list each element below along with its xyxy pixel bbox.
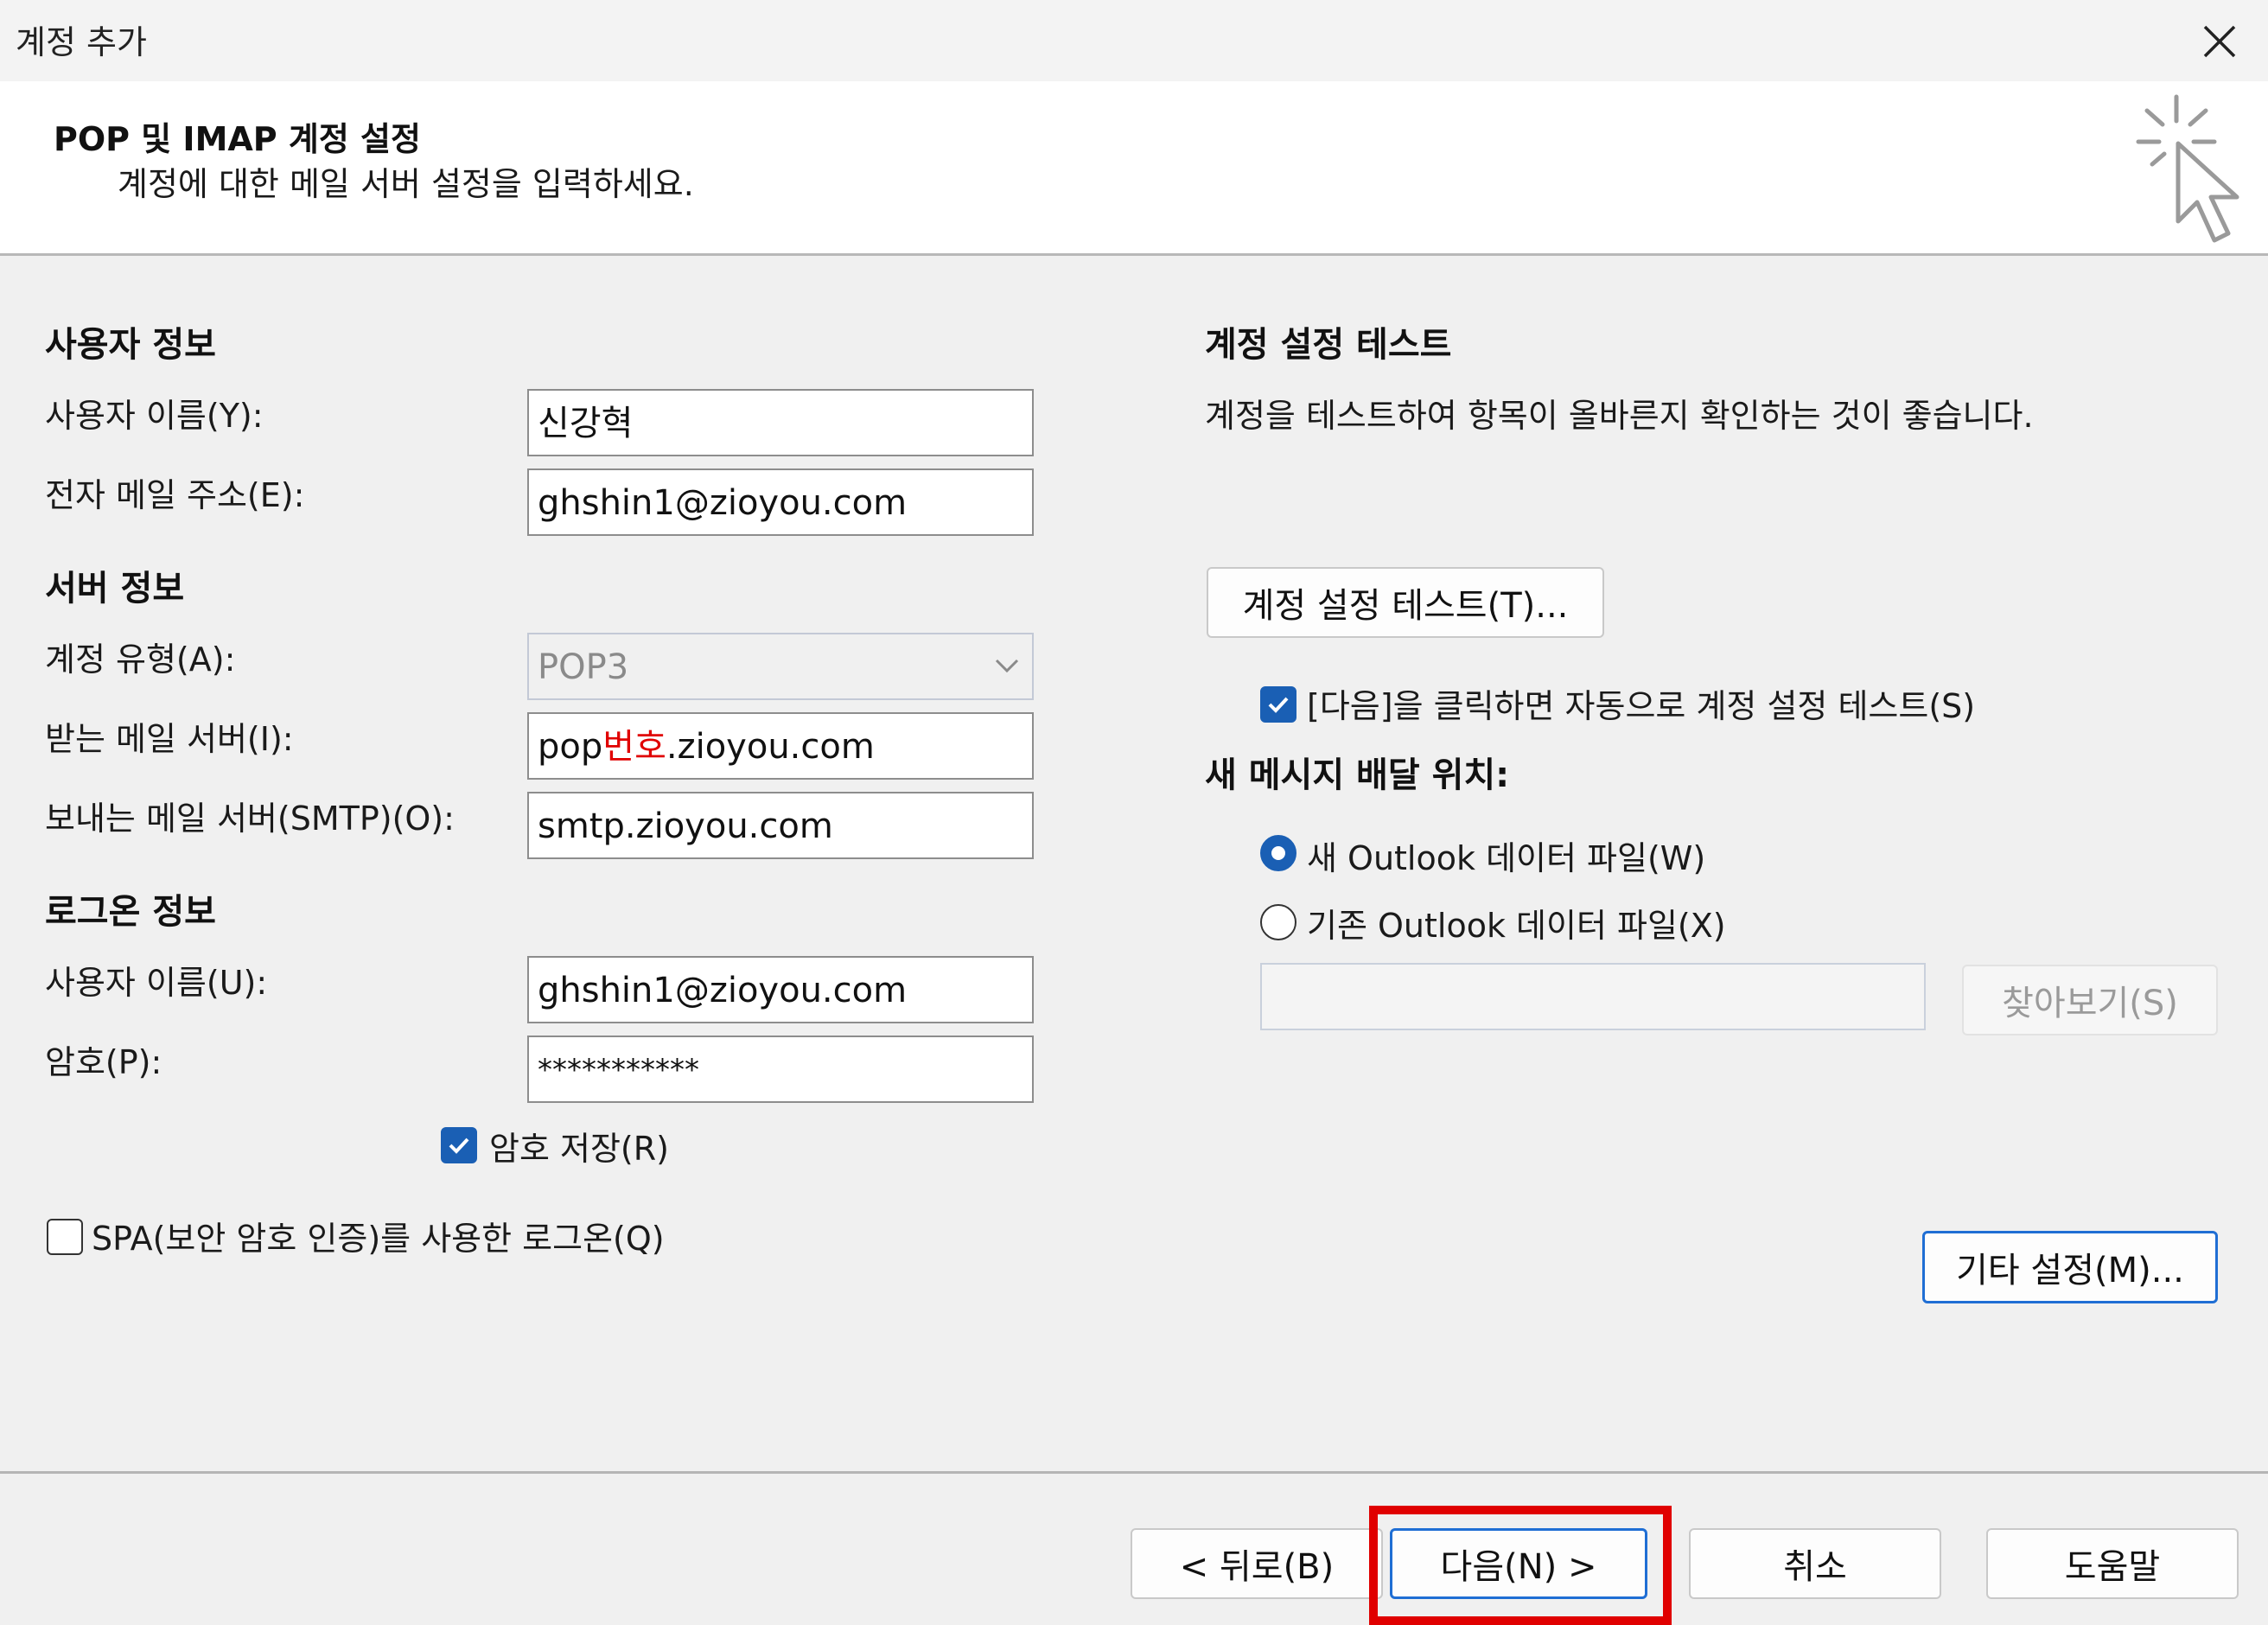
cursor-sparkle-icon — [2136, 94, 2239, 243]
incoming-server-highlight: 번호 — [602, 727, 666, 767]
new-data-file-label[interactable]: 새 Outlook 데이터 파일(W) — [1307, 832, 1705, 879]
chevron-down-icon — [995, 659, 1019, 673]
incoming-server-label: 받는 메일 서버(I): — [45, 720, 294, 758]
incoming-server-field[interactable]: pop번호.zioyou.com — [527, 712, 1034, 780]
outgoing-server-label: 보내는 메일 서버(SMTP)(O): — [45, 800, 455, 838]
name-field[interactable]: 신강혁 — [527, 389, 1034, 456]
checkmark-icon — [449, 1138, 469, 1154]
email-field[interactable]: ghshin1@zioyou.com — [527, 468, 1034, 536]
browse-button[interactable]: 찾아보기(S) — [1962, 965, 2218, 1036]
close-icon — [2203, 25, 2236, 58]
incoming-server-suffix: .zioyou.com — [666, 727, 875, 767]
account-type-value: POP3 — [538, 647, 629, 687]
incoming-server-prefix: pop — [538, 727, 603, 767]
close-button[interactable] — [2187, 9, 2252, 74]
test-description: 계정을 테스트하여 항목이 올바른지 확인하는 것이 좋습니다. — [1205, 397, 2034, 435]
page-subtitle: 계정에 대한 메일 서버 설정을 입력하세요. — [118, 165, 694, 203]
name-label: 사용자 이름(Y): — [45, 397, 264, 435]
test-account-button[interactable]: 계정 설정 테스트(T)... — [1207, 567, 1604, 638]
account-type-select[interactable]: POP3 — [527, 633, 1034, 700]
outgoing-server-field[interactable]: smtp.zioyou.com — [527, 792, 1034, 859]
cancel-button[interactable]: 취소 — [1689, 1528, 1941, 1599]
username-label: 사용자 이름(U): — [45, 964, 268, 1002]
email-label: 전자 메일 주소(E): — [45, 476, 305, 514]
auto-test-checkbox[interactable] — [1260, 686, 1296, 723]
remember-password-checkbox[interactable] — [441, 1127, 477, 1163]
window-title: 계정 추가 — [16, 23, 147, 61]
next-button-highlight — [1369, 1506, 1672, 1625]
existing-data-file-path[interactable] — [1260, 963, 1926, 1030]
auto-test-label[interactable]: [다음]을 클릭하면 자동으로 계정 설정 테스트(S) — [1307, 679, 1975, 727]
page-title: POP 및 IMAP 계정 설정 — [54, 120, 421, 158]
user-info-title: 사용자 정보 — [45, 325, 216, 365]
spa-checkbox[interactable] — [47, 1219, 83, 1255]
spa-label[interactable]: SPA(보안 암호 인증)를 사용한 로그온(Q) — [92, 1212, 665, 1259]
password-field[interactable]: *********** — [527, 1036, 1034, 1103]
more-settings-button[interactable]: 기타 설정(M)... — [1922, 1231, 2218, 1303]
logon-info-title: 로그온 정보 — [45, 892, 216, 932]
delivery-title: 새 메시지 배달 위치: — [1205, 755, 1510, 795]
dialog-header: POP 및 IMAP 계정 설정 계정에 대한 메일 서버 설정을 입력하세요. — [0, 81, 2268, 256]
new-data-file-radio[interactable] — [1260, 835, 1296, 871]
test-title: 계정 설정 테스트 — [1205, 325, 1452, 365]
title-bar: 계정 추가 — [0, 0, 2268, 81]
existing-data-file-label[interactable]: 기존 Outlook 데이터 파일(X) — [1307, 899, 1726, 946]
server-info-title: 서버 정보 — [45, 569, 185, 609]
checkmark-icon — [1268, 697, 1289, 713]
account-type-label: 계정 유형(A): — [45, 640, 236, 679]
password-label: 암호(P): — [45, 1043, 162, 1081]
back-button[interactable]: < 뒤로(B) — [1131, 1528, 1383, 1599]
help-button[interactable]: 도움말 — [1986, 1528, 2239, 1599]
username-field[interactable]: ghshin1@zioyou.com — [527, 956, 1034, 1023]
existing-data-file-radio[interactable] — [1260, 904, 1296, 940]
remember-password-label[interactable]: 암호 저장(R) — [489, 1122, 669, 1169]
